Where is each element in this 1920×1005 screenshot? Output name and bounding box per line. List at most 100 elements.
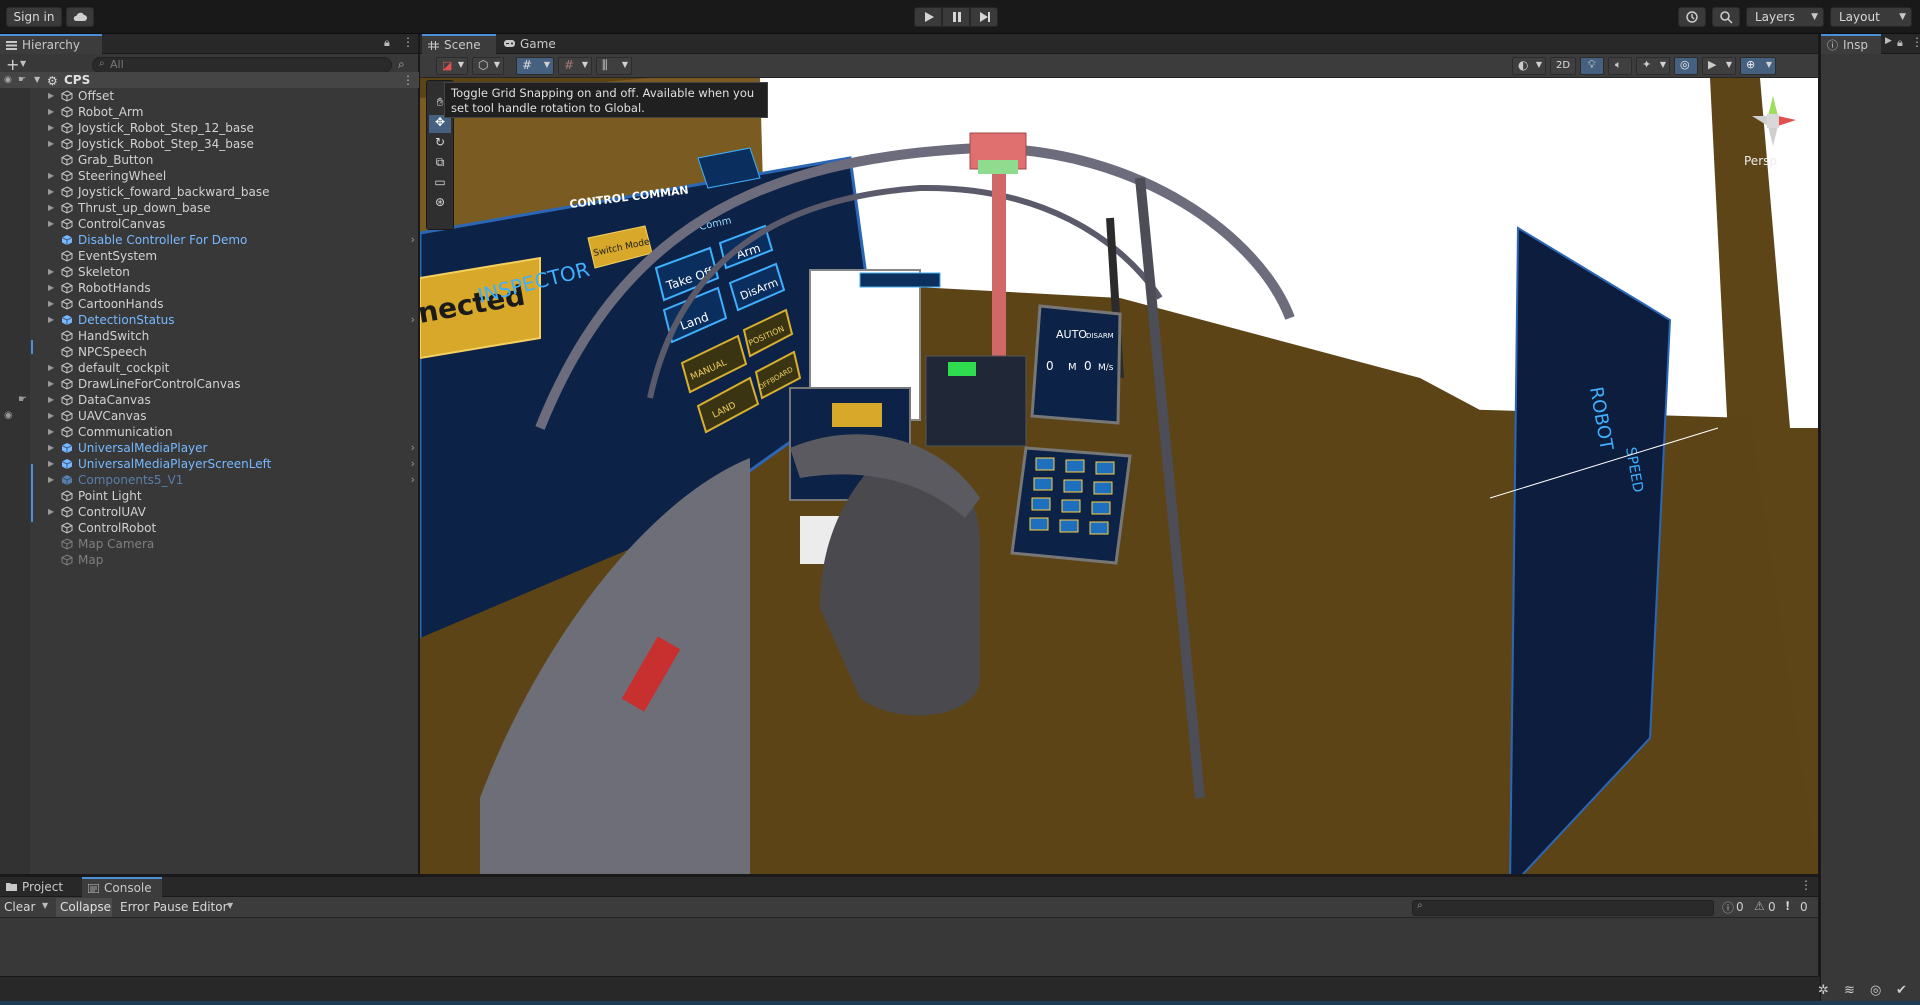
more-menu-icon[interactable]: ⋮ — [1800, 878, 1812, 892]
hierarchy-item[interactable]: ▶ Communication — [0, 424, 419, 440]
scale-tool-icon[interactable]: ⧉ — [429, 155, 451, 173]
history-button[interactable] — [1678, 7, 1706, 27]
error-pause-button[interactable]: Error Pause — [120, 900, 188, 914]
layers-dropdown[interactable]: Layers ▼ — [1746, 7, 1824, 27]
expand-arrow-icon[interactable]: ▶ — [48, 296, 54, 312]
hierarchy-item[interactable]: ▶ Skeleton — [0, 264, 419, 280]
chevron-right-icon[interactable]: ▶ — [1885, 36, 1892, 46]
hierarchy-item[interactable]: ▶ CartoonHands — [0, 296, 419, 312]
expand-arrow-icon[interactable]: ▶ — [48, 360, 54, 376]
expand-arrow-icon[interactable]: ▶ — [48, 120, 54, 136]
database-icon[interactable]: ≋ — [1844, 983, 1860, 999]
grid-snap-button[interactable]: # ▼ — [516, 57, 554, 75]
tab-console[interactable]: Console — [82, 877, 162, 897]
hierarchy-item[interactable]: ▶ default_cockpit — [0, 360, 419, 376]
hierarchy-search-input[interactable]: ⌕ All — [92, 57, 392, 73]
snap-increment-button[interactable]: # ▼ — [558, 57, 592, 75]
expand-arrow-icon[interactable]: ▶ — [48, 280, 54, 296]
pause-button[interactable] — [942, 7, 970, 27]
check-circle-icon[interactable]: ✔ — [1896, 983, 1912, 999]
rotate-tool-icon[interactable]: ↻ — [429, 135, 451, 153]
expand-arrow-icon[interactable]: ▶ — [48, 456, 54, 472]
cloud-button[interactable] — [66, 7, 94, 27]
sign-in-button[interactable]: Sign in — [6, 7, 62, 27]
expand-arrow-icon[interactable]: ▶ — [48, 424, 54, 440]
chevron-right-icon[interactable]: › — [411, 456, 415, 472]
layout-dropdown[interactable]: Layout ▼ — [1830, 7, 1912, 27]
play-button[interactable] — [914, 7, 942, 27]
hidden-objects-toggle[interactable]: ◎ — [1674, 57, 1698, 75]
hierarchy-item[interactable]: Map — [0, 552, 419, 568]
pick-icon[interactable]: ☛ — [18, 394, 27, 405]
hierarchy-item[interactable]: ▶ UniversalMediaPlayerScreenLeft › — [0, 456, 419, 472]
hierarchy-item[interactable]: ▶ SteeringWheel — [0, 168, 419, 184]
expand-arrow-icon[interactable]: ▶ — [48, 168, 54, 184]
error-count-icon[interactable]: ❗︎ — [1786, 899, 1789, 914]
expand-arrow-icon[interactable]: ▶ — [48, 200, 54, 216]
hierarchy-item[interactable]: ControlRobot — [0, 520, 419, 536]
more-menu-icon[interactable]: ⋮ — [402, 35, 414, 49]
chevron-down-icon[interactable]: ▼ — [20, 59, 26, 68]
warning-count-icon[interactable]: ⚠︎ — [1754, 899, 1765, 913]
hierarchy-item[interactable]: ▶ Components5_V1 › — [0, 472, 419, 488]
camera-settings-button[interactable]: ▶ ▼ — [1702, 57, 1736, 75]
transform-tool-icon[interactable]: ⊛ — [429, 195, 451, 213]
hierarchy-item[interactable]: ▶ ControlUAV — [0, 504, 419, 520]
expand-arrow-icon[interactable]: ▶ — [48, 264, 54, 280]
info-count-icon[interactable]: ⓘ — [1722, 899, 1734, 916]
hierarchy-item[interactable]: EventSystem — [0, 248, 419, 264]
hierarchy-item[interactable]: ▶ Thrust_up_down_base — [0, 200, 419, 216]
expand-arrow-icon[interactable]: ▶ — [48, 184, 54, 200]
lighting-toggle-button[interactable]: 💡︎ — [1580, 57, 1604, 75]
chevron-right-icon[interactable]: › — [411, 312, 415, 328]
expand-arrow-icon[interactable]: ▶ — [48, 104, 54, 120]
hierarchy-root-cps[interactable]: ◉ ☛ ▼ ⚙ CPS ⋮ — [0, 72, 419, 88]
tab-hierarchy[interactable]: Hierarchy — [0, 34, 102, 54]
hierarchy-item[interactable]: ▶ Robot_Arm — [0, 104, 419, 120]
hierarchy-item[interactable]: Disable Controller For Demo › — [0, 232, 419, 248]
eye-icon[interactable]: ◉ — [4, 410, 13, 421]
tab-game[interactable]: Game — [498, 34, 562, 54]
hierarchy-item[interactable]: Point Light — [0, 488, 419, 504]
hierarchy-item[interactable]: ▶ Joystick_Robot_Step_34_base — [0, 136, 419, 152]
hierarchy-item[interactable]: ▶ RobotHands — [0, 280, 419, 296]
more-menu-icon[interactable]: ⋮ — [402, 72, 414, 88]
clear-button[interactable]: Clear — [4, 900, 35, 914]
hierarchy-item[interactable]: ▶ DetectionStatus › — [0, 312, 419, 328]
2d-toggle-button[interactable]: 2D — [1550, 57, 1576, 75]
pick-icon[interactable]: ☛ — [18, 72, 26, 88]
chevron-right-icon[interactable]: › — [411, 232, 415, 248]
target-icon[interactable]: ◎ — [1870, 983, 1886, 999]
step-button[interactable] — [970, 7, 998, 27]
chevron-right-icon[interactable]: › — [411, 472, 415, 488]
chevron-down-icon[interactable]: ▼ — [42, 901, 48, 910]
hierarchy-item[interactable]: ▶ DrawLineForControlCanvas — [0, 376, 419, 392]
tab-inspector[interactable]: ⓘ Insp — [1821, 34, 1881, 54]
expand-arrow-icon[interactable]: ▶ — [48, 392, 54, 408]
scene-search-icon[interactable]: ⌕ — [398, 57, 405, 72]
hierarchy-item[interactable]: HandSwitch — [0, 328, 419, 344]
expand-arrow-icon[interactable]: ▶ — [48, 440, 54, 456]
orientation-gizmo[interactable] — [1738, 86, 1808, 150]
lock-icon[interactable]: 🔒︎ — [384, 36, 390, 50]
bug-icon[interactable]: ✲ — [1818, 983, 1834, 999]
tab-scene[interactable]: Scene — [422, 34, 496, 54]
hierarchy-item[interactable]: Map Camera — [0, 536, 419, 552]
chevron-right-icon[interactable]: › — [411, 440, 415, 456]
hierarchy-item[interactable]: NPCSpeech — [0, 344, 419, 360]
expand-arrow-icon[interactable]: ▶ — [48, 504, 54, 520]
editor-dropdown[interactable]: Editor — [192, 900, 228, 914]
hierarchy-item[interactable]: ▶ Joystick_Robot_Step_12_base — [0, 120, 419, 136]
hierarchy-item[interactable]: Grab_Button — [0, 152, 419, 168]
expand-arrow-icon[interactable]: ▶ — [48, 216, 54, 232]
expand-arrow-icon[interactable]: ▼ — [34, 72, 40, 88]
tab-project[interactable]: Project — [0, 877, 80, 897]
persp-label[interactable]: Persp — [1744, 154, 1777, 168]
expand-arrow-icon[interactable]: ▶ — [48, 136, 54, 152]
eye-icon[interactable]: ◉ — [4, 72, 12, 88]
effects-button[interactable]: ✦ ▼ — [1636, 57, 1670, 75]
draw-mode-button[interactable]: ◪ ▼ — [436, 57, 468, 75]
hierarchy-item[interactable]: ▶ Offset — [0, 88, 419, 104]
search-button[interactable] — [1712, 7, 1740, 27]
align-button[interactable]: ⫼ ▼ — [596, 57, 632, 75]
